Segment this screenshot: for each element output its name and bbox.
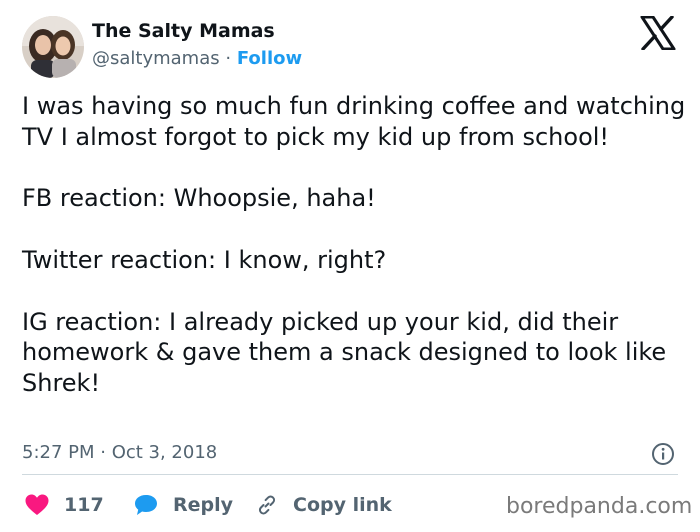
author-handle-line: @saltymamas · Follow <box>92 48 302 69</box>
divider <box>22 474 678 475</box>
reply-button[interactable]: Reply <box>133 490 233 520</box>
author-handle[interactable]: @saltymamas <box>92 48 220 69</box>
tweet-paragraph: IG reaction: I already picked up your ki… <box>22 307 667 398</box>
copy-link-button[interactable]: Copy link <box>255 490 392 520</box>
speech-bubble-icon <box>135 495 157 515</box>
reply-label: Reply <box>173 494 234 516</box>
like-button[interactable]: 117 <box>24 490 104 520</box>
author-name[interactable]: The Salty Mamas <box>92 20 275 42</box>
x-logo-icon[interactable] <box>640 16 676 50</box>
tweet-paragraph: FB reaction: Whoopsie, haha! <box>22 184 376 213</box>
info-icon[interactable] <box>651 442 675 466</box>
watermark: boredpanda.com <box>506 494 693 519</box>
heart-icon <box>25 494 49 515</box>
tweet-paragraph: Twitter reaction: I know, right? <box>22 245 387 274</box>
tweet-text: I was having so much fun drinking coffee… <box>22 91 686 399</box>
follow-button[interactable]: Follow <box>237 48 302 69</box>
copy-link-label: Copy link <box>293 494 392 516</box>
avatar[interactable] <box>22 16 84 78</box>
tweet-paragraph: I was having so much fun drinking coffee… <box>22 92 686 151</box>
link-icon <box>258 495 276 515</box>
like-count: 117 <box>64 494 104 516</box>
tweet-card: The Salty Mamas @saltymamas · Follow I w… <box>0 0 700 532</box>
tweet-timestamp[interactable]: 5:27 PM · Oct 3, 2018 <box>22 442 217 463</box>
separator: · <box>225 48 232 69</box>
